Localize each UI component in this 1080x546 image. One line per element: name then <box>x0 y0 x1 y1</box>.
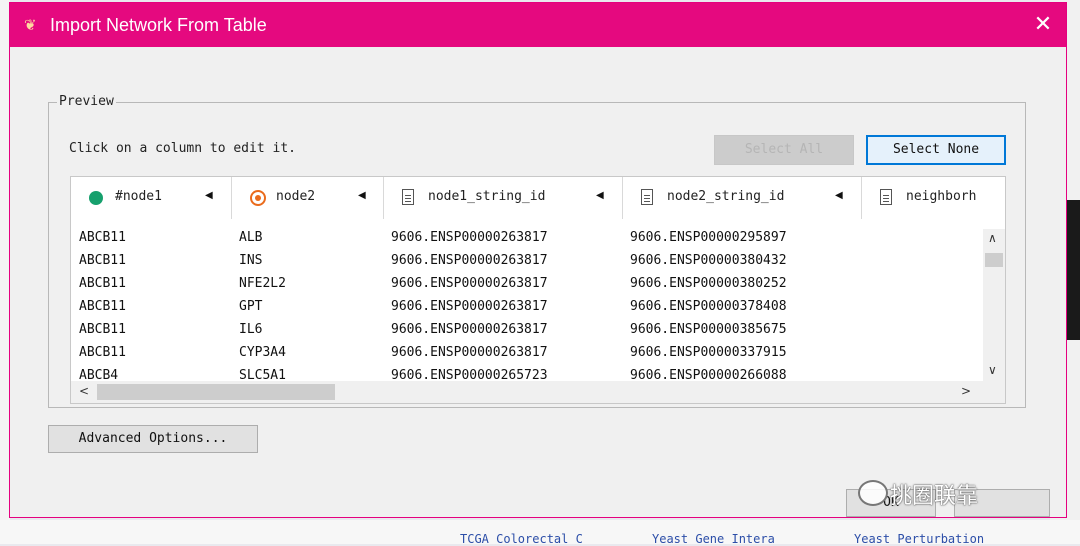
table-cell: GPT <box>239 299 263 314</box>
source-node-icon <box>89 191 103 205</box>
cytoscape-icon: ❦ <box>24 16 37 34</box>
table-cell: 9606.ENSP00000263817 <box>391 299 548 314</box>
select-none-button[interactable]: Select None <box>866 135 1006 165</box>
target-node-icon <box>250 190 266 206</box>
table-cell: ABCB11 <box>79 276 126 291</box>
table-cell: ABCB11 <box>79 230 126 245</box>
attribute-icon <box>880 189 892 205</box>
table-cell: ABCB11 <box>79 253 126 268</box>
preview-legend: Preview <box>57 94 116 109</box>
column-menu-arrow-icon[interactable]: ◀ <box>835 190 843 201</box>
attribute-icon <box>402 189 414 205</box>
import-network-dialog: ❦ Import Network From Table ✕ Preview Cl… <box>9 2 1067 518</box>
column-header-node2-string-id[interactable]: node2_string_id ◀ <box>623 177 862 219</box>
column-header-label: node1_string_id <box>428 189 546 204</box>
horizontal-scrollbar[interactable]: < > <box>71 381 983 403</box>
table-cell: ABCB11 <box>79 299 126 314</box>
table-cell: 9606.ENSP00000385675 <box>630 322 787 337</box>
column-header-node2[interactable]: node2 ◀ <box>232 177 384 219</box>
scrollbar-corner <box>983 381 1005 403</box>
table-cell: ABCB11 <box>79 322 126 337</box>
preview-hint: Click on a column to edit it. <box>69 141 296 156</box>
column-menu-arrow-icon[interactable]: ◀ <box>205 190 213 201</box>
column-header-node1-string-id[interactable]: node1_string_id ◀ <box>384 177 623 219</box>
attribute-icon <box>641 189 653 205</box>
table-cell: 9606.ENSP00000380432 <box>630 253 787 268</box>
column-header-node1[interactable]: #node1 ◀ <box>71 177 232 219</box>
watermark-text: 挑圈联靠 <box>890 484 979 509</box>
table-cell: 9606.ENSP00000337915 <box>630 345 787 360</box>
preview-table[interactable]: #node1 ◀ node2 ◀ node1_string_id ◀ node2… <box>70 176 1006 404</box>
vertical-scrollbar[interactable]: ∧ ∨ <box>983 229 1005 381</box>
title-bar[interactable]: ❦ Import Network From Table ✕ <box>10 3 1066 47</box>
table-cell: ABCB11 <box>79 345 126 360</box>
vertical-scroll-thumb[interactable] <box>985 253 1003 267</box>
table-cell: 9606.ENSP00000263817 <box>391 276 548 291</box>
table-cell: 9606.ENSP00000295897 <box>630 230 787 245</box>
scroll-up-icon[interactable]: ∧ <box>988 231 997 245</box>
table-cell: ALB <box>239 230 263 245</box>
scroll-right-icon[interactable]: > <box>961 384 971 398</box>
scroll-down-icon[interactable]: ∨ <box>988 363 997 377</box>
close-button[interactable]: ✕ <box>1020 3 1066 47</box>
table-cell: 9606.ENSP00000380252 <box>630 276 787 291</box>
advanced-options-button[interactable]: Advanced Options... <box>48 425 258 453</box>
scroll-left-icon[interactable]: < <box>79 384 89 398</box>
wechat-icon <box>858 480 888 506</box>
column-header-label: neighborh <box>906 189 977 204</box>
table-cell: 9606.ENSP00000378408 <box>630 299 787 314</box>
column-header-label: node2_string_id <box>667 189 785 204</box>
horizontal-scroll-thumb[interactable] <box>97 384 335 400</box>
table-cell: INS <box>239 253 263 268</box>
column-menu-arrow-icon[interactable]: ◀ <box>358 190 366 201</box>
table-cell: NFE2L2 <box>239 276 286 291</box>
table-cell: 9606.ENSP00000263817 <box>391 345 548 360</box>
column-header-label: #node1 <box>115 189 162 204</box>
table-cell: CYP3A4 <box>239 345 286 360</box>
column-menu-arrow-icon[interactable]: ◀ <box>596 190 604 201</box>
column-header-label: node2 <box>276 189 316 204</box>
table-cell: 9606.ENSP00000263817 <box>391 253 548 268</box>
watermark: 挑圈联靠 <box>858 478 979 510</box>
table-cell: IL6 <box>239 322 263 337</box>
table-cell: 9606.ENSP00000263817 <box>391 230 548 245</box>
preview-panel: Preview Click on a column to edit it. Se… <box>48 94 1026 408</box>
column-header-neighborhood[interactable]: neighborh <box>862 177 1005 219</box>
window-title: Import Network From Table <box>50 15 267 35</box>
select-all-button[interactable]: Select All <box>714 135 854 165</box>
table-cell: 9606.ENSP00000263817 <box>391 322 548 337</box>
